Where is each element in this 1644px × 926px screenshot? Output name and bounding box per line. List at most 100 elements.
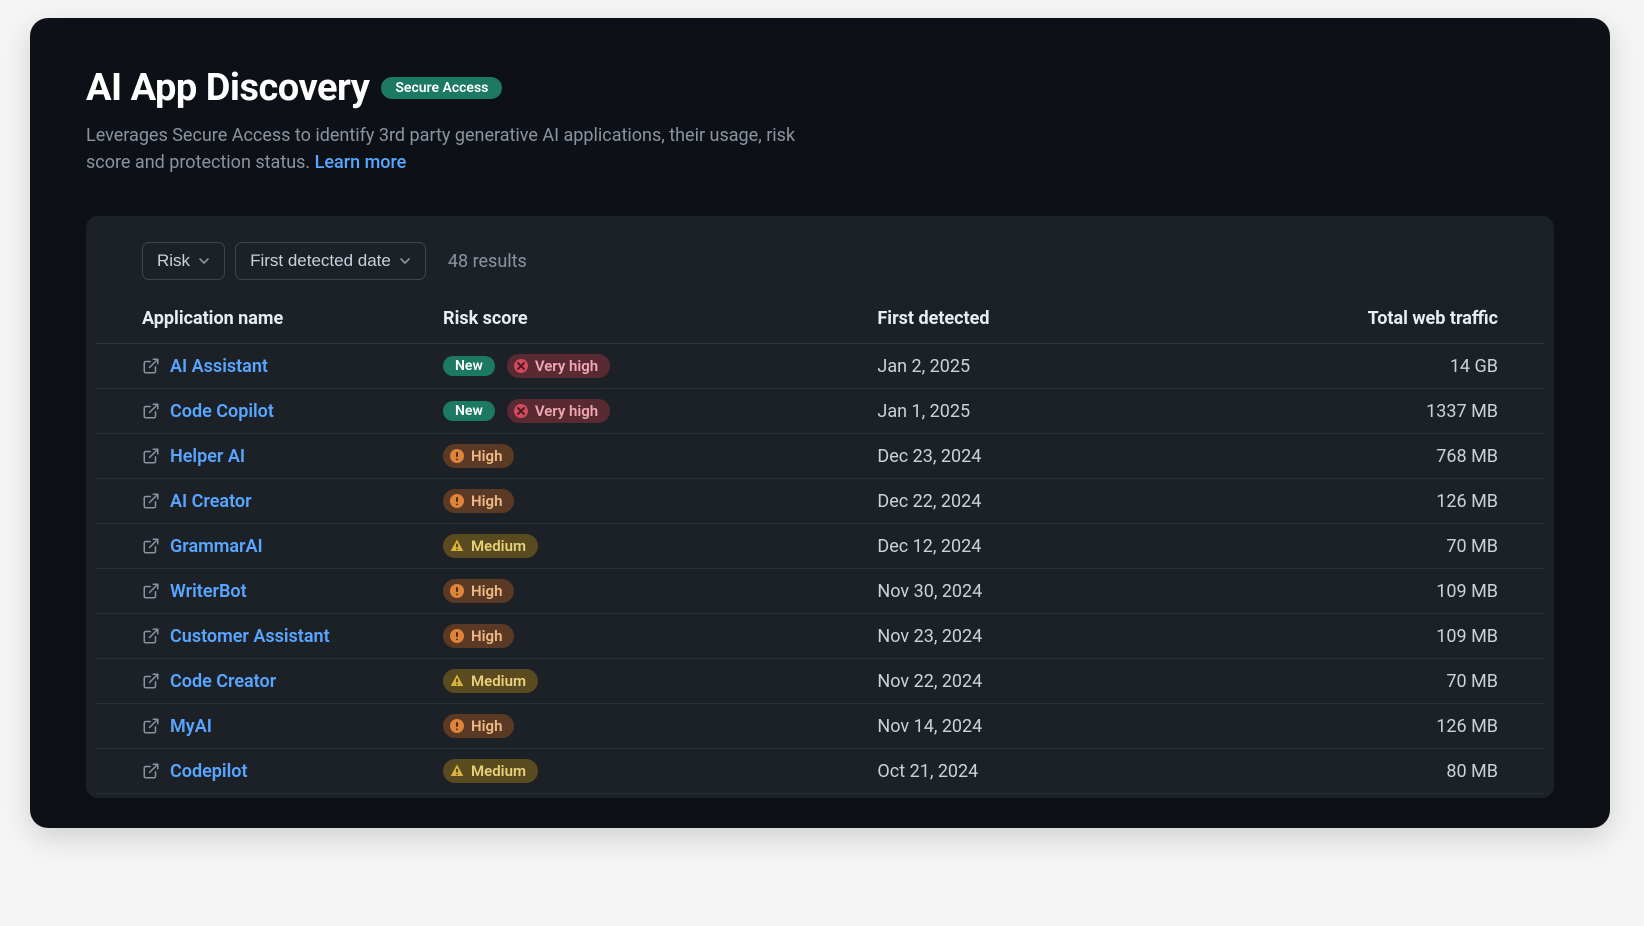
table-row: Code Copilot New Very high Jan 1, 20251337 … (96, 389, 1544, 434)
first-detected-cell: Nov 23, 2024 (863, 614, 1254, 659)
col-header-app[interactable]: Application name (96, 298, 429, 344)
table-header-row: Application name Risk score First detect… (96, 298, 1544, 344)
external-link-icon[interactable] (142, 537, 160, 555)
toolbar: Risk First detected date 48 results (86, 242, 1554, 298)
chevron-down-icon (399, 255, 411, 267)
secure-access-badge: Secure Access (381, 77, 502, 99)
apps-table: Application name Risk score First detect… (96, 298, 1544, 794)
external-link-icon[interactable] (142, 492, 160, 510)
table-row: MyAI High Nov 14, 2024126 MB (96, 704, 1544, 749)
risk-badge: Very high (507, 354, 610, 378)
risk-label: Medium (471, 672, 526, 690)
table-row: GrammarAI Medium Dec 12, 202470 MB (96, 524, 1544, 569)
table-row: Customer Assistant High Nov 23, 2024109 MB (96, 614, 1544, 659)
risk-medium-icon (449, 673, 465, 689)
risk-badge: Medium (443, 669, 538, 693)
first-detected-cell: Nov 22, 2024 (863, 659, 1254, 704)
traffic-cell: 14 GB (1254, 344, 1544, 389)
app-name-link[interactable]: MyAI (170, 716, 212, 737)
first-detected-cell: Dec 23, 2024 (863, 434, 1254, 479)
filter-risk-button[interactable]: Risk (142, 242, 225, 280)
table-row: Code Creator Medium Nov 22, 202470 MB (96, 659, 1544, 704)
risk-high-icon (449, 628, 465, 644)
app-name-link[interactable]: Code Copilot (170, 401, 274, 422)
filter-date-button[interactable]: First detected date (235, 242, 426, 280)
table-row: WriterBotHighNov 30, 2024109 MB (96, 569, 1544, 614)
risk-very-high-icon (513, 403, 529, 419)
subtitle-text: Leverages Secure Access to identify 3rd … (86, 125, 795, 173)
risk-badge: High (443, 579, 514, 603)
traffic-cell: 109 MB (1254, 569, 1544, 614)
traffic-cell: 126 MB (1254, 479, 1544, 524)
risk-label: Medium (471, 762, 526, 780)
first-detected-cell: Jan 1, 2025 (863, 389, 1254, 434)
app-name-link[interactable]: AI Creator (170, 491, 252, 512)
page-subtitle: Leverages Secure Access to identify 3rd … (86, 122, 806, 176)
col-header-traffic[interactable]: Total web traffic (1254, 298, 1544, 344)
page-header: AI App Discovery Secure Access Leverages… (86, 66, 806, 176)
first-detected-cell: Dec 12, 2024 (863, 524, 1254, 569)
results-count: 48 results (448, 251, 527, 272)
external-link-icon[interactable] (142, 402, 160, 420)
risk-high-icon (449, 718, 465, 734)
risk-badge: High (443, 624, 514, 648)
external-link-icon[interactable] (142, 672, 160, 690)
app-card: AI App Discovery Secure Access Leverages… (30, 18, 1610, 828)
chevron-down-icon (198, 255, 210, 267)
risk-badge: Medium (443, 534, 538, 558)
risk-medium-icon (449, 538, 465, 554)
app-name-link[interactable]: WriterBot (170, 581, 247, 602)
risk-badge: Medium (443, 759, 538, 783)
table-row: Helper AI High Dec 23, 2024768 MB (96, 434, 1544, 479)
risk-badge: High (443, 444, 514, 468)
first-detected-cell: Dec 22, 2024 (863, 479, 1254, 524)
table-row: Codepilot Medium Oct 21, 202480 MB (96, 749, 1544, 794)
traffic-cell: 768 MB (1254, 434, 1544, 479)
filter-date-label: First detected date (250, 251, 391, 271)
traffic-cell: 70 MB (1254, 524, 1544, 569)
risk-label: High (471, 627, 502, 645)
external-link-icon[interactable] (142, 762, 160, 780)
new-badge: New (443, 356, 495, 376)
traffic-cell: 80 MB (1254, 749, 1544, 794)
risk-high-icon (449, 583, 465, 599)
risk-high-icon (449, 448, 465, 464)
app-name-link[interactable]: Customer Assistant (170, 626, 330, 647)
first-detected-cell: Nov 14, 2024 (863, 704, 1254, 749)
traffic-cell: 70 MB (1254, 659, 1544, 704)
risk-label: High (471, 582, 502, 600)
risk-badge: High (443, 714, 514, 738)
traffic-cell: 126 MB (1254, 704, 1544, 749)
external-link-icon[interactable] (142, 582, 160, 600)
app-name-link[interactable]: AI Assistant (170, 356, 268, 377)
app-name-link[interactable]: Code Creator (170, 671, 276, 692)
risk-label: High (471, 447, 502, 465)
app-name-link[interactable]: Helper AI (170, 446, 245, 467)
external-link-icon[interactable] (142, 717, 160, 735)
risk-label: Medium (471, 537, 526, 555)
col-header-risk[interactable]: Risk score (429, 298, 863, 344)
new-badge: New (443, 401, 495, 421)
table-row: AI Creator High Dec 22, 2024126 MB (96, 479, 1544, 524)
risk-high-icon (449, 493, 465, 509)
traffic-cell: 1337 MB (1254, 389, 1544, 434)
results-panel: Risk First detected date 48 results Appl… (86, 216, 1554, 798)
risk-very-high-icon (513, 358, 529, 374)
app-name-link[interactable]: Codepilot (170, 761, 247, 782)
external-link-icon[interactable] (142, 357, 160, 375)
table-row: AI Assistant New Very high Jan 2, 202514 GB (96, 344, 1544, 389)
first-detected-cell: Jan 2, 2025 (863, 344, 1254, 389)
external-link-icon[interactable] (142, 447, 160, 465)
learn-more-link[interactable]: Learn more (315, 152, 407, 173)
page-title: AI App Discovery (86, 66, 369, 110)
risk-label: High (471, 492, 502, 510)
external-link-icon[interactable] (142, 627, 160, 645)
risk-badge: Very high (507, 399, 610, 423)
col-header-detected[interactable]: First detected (863, 298, 1254, 344)
risk-badge: High (443, 489, 514, 513)
risk-medium-icon (449, 763, 465, 779)
app-name-link[interactable]: GrammarAI (170, 536, 263, 557)
risk-label: Very high (535, 357, 598, 375)
traffic-cell: 109 MB (1254, 614, 1544, 659)
first-detected-cell: Oct 21, 2024 (863, 749, 1254, 794)
